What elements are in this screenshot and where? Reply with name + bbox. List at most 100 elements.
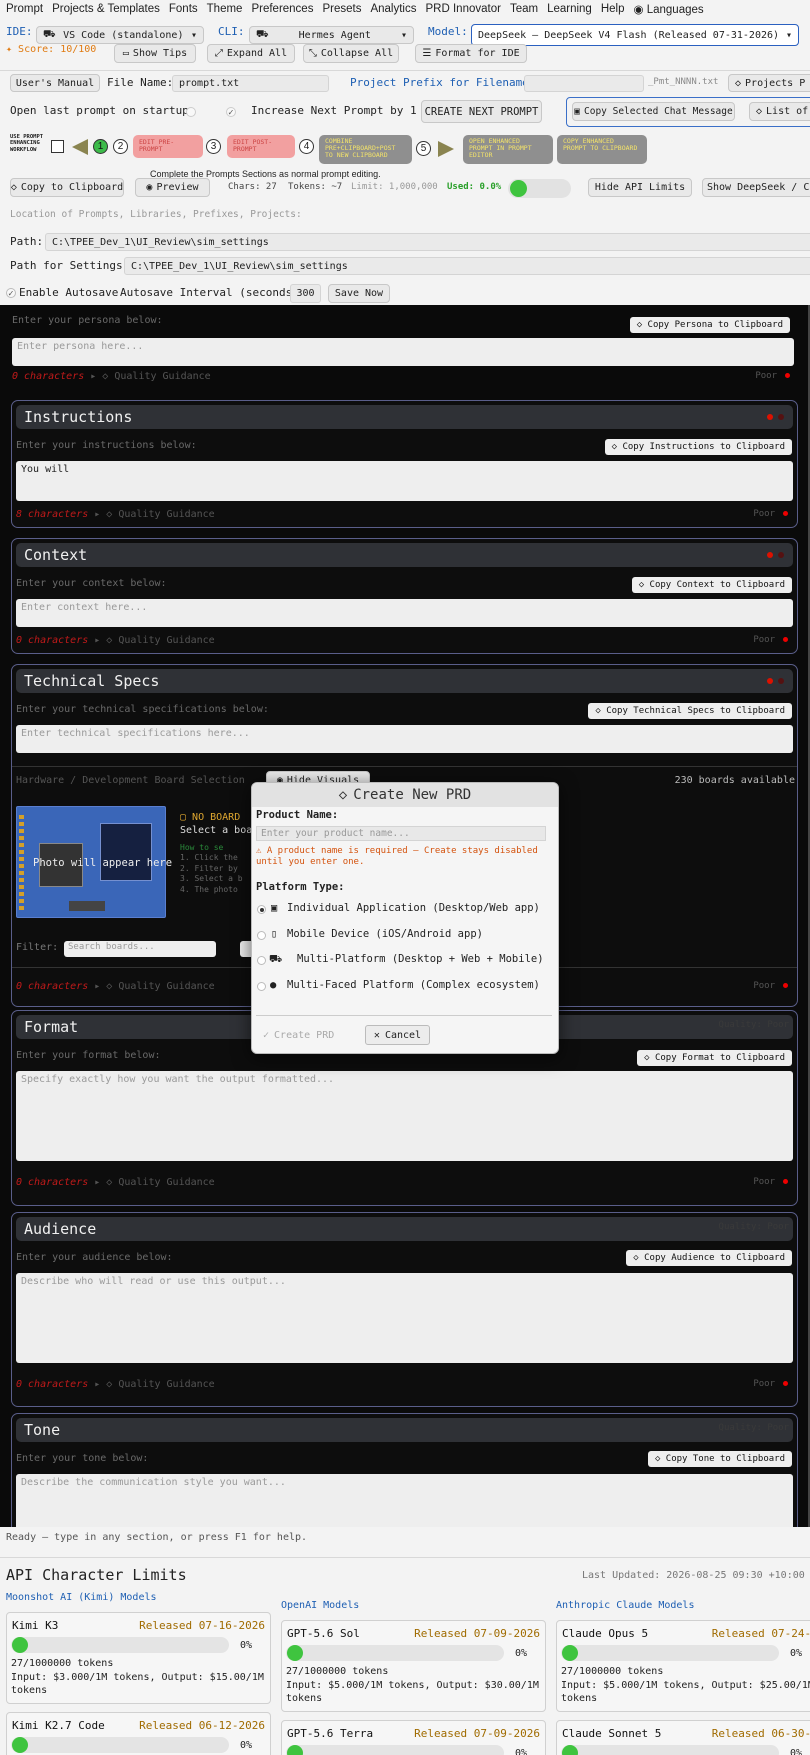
workflow-step-1[interactable]: 1 (93, 139, 108, 154)
model-card-kimi-k27[interactable]: Kimi K2.7 Code Released 06-12-2026 0% (6, 1712, 271, 1755)
combine-clipboard-button[interactable]: COMBINE PRE+CLIPBOARD+POST TO NEW CLIPBO… (319, 135, 412, 164)
copy-enhanced-button[interactable]: COPY ENHANCED PROMPT TO CLIPBOARD (557, 135, 647, 164)
tech-specs-quality-guidance[interactable]: ▸ ◇ Quality Guidance (88, 981, 214, 992)
menu-theme[interactable]: Theme (207, 3, 243, 15)
menu-analytics[interactable]: Analytics (370, 3, 416, 15)
copy-tech-specs-label: Copy Technical Specs to Clipboard (606, 706, 785, 716)
settings-path-label: Path for Settings: (10, 259, 130, 272)
open-last-checkbox[interactable] (186, 107, 196, 117)
copy-persona-button[interactable]: ◇ Copy Persona to Clipboard (629, 317, 790, 333)
usage-bar-knob (510, 180, 527, 197)
suffix-hint: _Pmt_NNNN.txt (648, 77, 719, 87)
audience-quality-guidance[interactable]: ▸ ◇ Quality Guidance (88, 1379, 214, 1390)
open-enhanced-button[interactable]: OPEN ENHANCED PROMPT IN PROMPT EDITOR (463, 135, 553, 164)
platform-option-mobile[interactable]: ▯ Mobile Device (iOS/Android app) (256, 928, 552, 944)
instructions-header[interactable]: Instructions (16, 405, 793, 429)
increase-checkbox[interactable]: ✓ (226, 107, 236, 117)
copy-selected-chat-button[interactable]: ▣ Copy Selected Chat Message (572, 102, 735, 121)
cli-select[interactable]: ⛟ Hermes Agent ▾ (249, 26, 414, 44)
menu-fonts[interactable]: Fonts (169, 3, 198, 15)
instructions-input[interactable]: You will (16, 461, 793, 501)
copy-instructions-button[interactable]: ◇ Copy Instructions to Clipboard (604, 439, 792, 455)
menu-help[interactable]: Help (601, 3, 625, 15)
platform-option-individual[interactable]: ▣ Individual Application (Desktop/Web ap… (256, 902, 552, 918)
prefix-input[interactable] (524, 75, 644, 92)
model-select[interactable]: DeepSeek — DeepSeek V4 Flash (Released 0… (471, 24, 799, 46)
format-quality-guidance[interactable]: ▸ ◇ Quality Guidance (88, 1177, 214, 1188)
copy-format-button[interactable]: ◇ Copy Format to Clipboard (637, 1050, 792, 1066)
board-filter-input[interactable]: Search boards... (64, 941, 216, 957)
model-card-claude-opus[interactable]: Claude Opus 5 Released 07-24-202 0% 27/1… (556, 1620, 810, 1712)
model-card-claude-sonnet[interactable]: Claude Sonnet 5 Released 06-30-202 0% (556, 1720, 810, 1755)
platform-option-multi[interactable]: ⛟ Multi-Platform (Desktop + Web + Mobile… (256, 953, 552, 969)
autosave-checkbox[interactable]: ✓ (6, 288, 16, 298)
menu-team[interactable]: Team (510, 3, 538, 15)
tech-specs-header[interactable]: Technical Specs (16, 669, 793, 693)
model-release: Released 07-09-2026 (414, 1627, 540, 1640)
projects-button[interactable]: ◇ Projects P (728, 74, 810, 92)
context-header[interactable]: Context (16, 543, 793, 567)
save-now-button[interactable]: Save Now (328, 284, 390, 303)
copy-audience-button[interactable]: ◇ Copy Audience to Clipboard (626, 1250, 792, 1266)
create-next-prompt-button[interactable]: CREATE NEXT PROMPT (421, 100, 542, 123)
product-name-input[interactable]: Enter your product name... (256, 826, 546, 841)
preview-button[interactable]: ◉ Preview (135, 178, 210, 197)
format-input[interactable]: Specify exactly how you want the output … (16, 1071, 793, 1161)
audience-char-count: 0 characters (16, 1379, 89, 1390)
edit-pre-prompt-button[interactable]: EDIT PRE-PROMPT (133, 135, 203, 158)
audience-header[interactable]: Audience (16, 1217, 793, 1241)
path-input[interactable]: C:\TPEE_Dev_1\UI_Review\sim_settings (45, 233, 810, 251)
context-quality-guidance[interactable]: ▸ ◇ Quality Guidance (88, 635, 214, 646)
cancel-button[interactable]: ✕ Cancel (365, 1025, 430, 1045)
menu-learning[interactable]: Learning (547, 3, 592, 15)
tech-specs-input[interactable]: Enter technical specifications here... (16, 725, 793, 753)
show-tips-button[interactable]: ▭ Show Tips (114, 44, 196, 63)
users-manual-button[interactable]: User's Manual (10, 74, 100, 92)
settings-path-input[interactable]: C:\TPEE_Dev_1\UI_Review\sim_settings (124, 257, 810, 275)
model-card-gpt-terra[interactable]: GPT-5.6 Terra Released 07-09-2026 0% (281, 1720, 546, 1755)
file-name-input[interactable]: prompt.txt (172, 75, 329, 92)
file-name-label: File Name: (107, 76, 174, 89)
copy-tone-button[interactable]: ◇ Copy Tone to Clipboard (647, 1451, 792, 1467)
workflow-checkbox[interactable] (51, 140, 64, 153)
menu-preferences[interactable]: Preferences (251, 3, 313, 15)
tone-input[interactable]: Describe the communication style you wan… (16, 1474, 793, 1527)
tag-icon: ◇ (756, 106, 763, 117)
ide-select[interactable]: ⛟ VS Code (standalone) ▾ (36, 26, 204, 44)
persona-quality-guidance[interactable]: ▸ ◇ Quality Guidance (84, 371, 210, 382)
create-prd-button[interactable]: ✓ Create PRD (256, 1025, 343, 1045)
show-deepseek-button[interactable]: Show DeepSeek / C (702, 178, 810, 197)
menu-languages[interactable]: ◉ Languages (633, 2, 703, 16)
collapse-all-button[interactable]: ⤡ Collapse All (303, 44, 399, 63)
model-card-kimi-k3[interactable]: Kimi K3 Released 07-16-2026 0% 27/100000… (6, 1612, 271, 1704)
model-release: Released 07-24-202 (711, 1627, 810, 1640)
menu-prd-innovator[interactable]: PRD Innovator (426, 3, 501, 15)
token-price: Input: $5.000/1M tokens, Output: $25.00/… (561, 1680, 810, 1704)
boards-count: 230 boards available (674, 775, 795, 786)
model-card-gpt-sol[interactable]: GPT-5.6 Sol Released 07-09-2026 0% 27/10… (281, 1620, 546, 1712)
copy-format-label: Copy Format to Clipboard (654, 1053, 785, 1063)
menu-presets[interactable]: Presets (322, 3, 361, 15)
tone-header[interactable]: Tone (16, 1418, 793, 1442)
copy-tech-specs-button[interactable]: ◇ Copy Technical Specs to Clipboard (588, 703, 792, 719)
menu-projects[interactable]: Projects & Templates (52, 3, 160, 15)
copy-context-button[interactable]: ◇ Copy Context to Clipboard (631, 577, 792, 593)
audience-input[interactable]: Describe who will read or use this outpu… (16, 1273, 793, 1363)
dialog-divider (256, 1015, 552, 1016)
api-last-updated: Last Updated: 2026-08-25 09:30 +10:00 (582, 1570, 805, 1581)
no-board-label: NO BOARD (192, 812, 241, 823)
autosave-interval-input[interactable]: 300 (290, 284, 321, 303)
platform-option-ecosystem[interactable]: ● Multi-Faced Platform (Complex ecosyste… (256, 979, 552, 995)
menu-prompt[interactable]: Prompt (6, 3, 43, 15)
copy-tone-label: Copy Tone to Clipboard (665, 1454, 785, 1464)
persona-input[interactable]: Enter persona here... (12, 338, 794, 366)
edit-post-prompt-button[interactable]: EDIT POST-PROMPT (227, 135, 295, 158)
location-label: Location of Prompts, Libraries, Prefixes… (10, 209, 302, 220)
copy-to-clipboard-button[interactable]: ◇ Copy to Clipboard (10, 178, 124, 197)
hide-api-limits-button[interactable]: Hide API Limits (588, 178, 692, 197)
instructions-quality-guidance[interactable]: ▸ ◇ Quality Guidance (88, 509, 214, 520)
list-of-button[interactable]: ◇ List of (749, 102, 810, 121)
context-input[interactable]: Enter context here... (16, 599, 793, 627)
format-ide-button[interactable]: ☰ Format for IDE (415, 44, 527, 63)
expand-all-button[interactable]: ⤢ Expand All (207, 44, 295, 63)
